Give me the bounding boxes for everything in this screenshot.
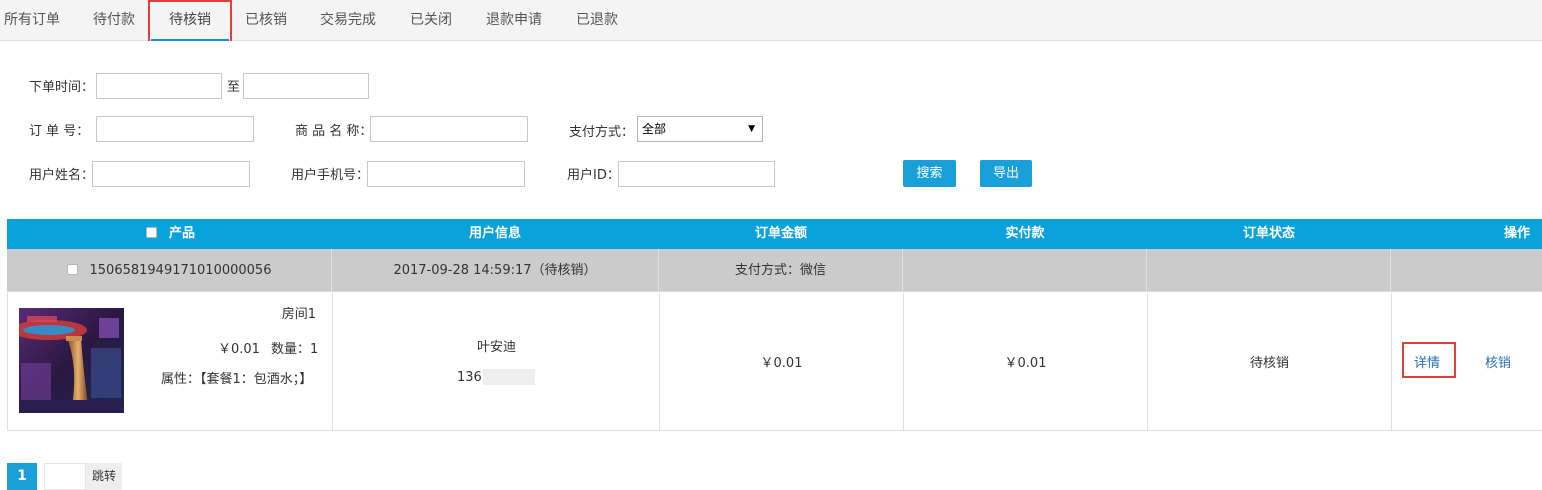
header-action: 操作 [1503,226,1530,241]
order-checkbox[interactable] [66,264,78,275]
order-time-label: 下单时间： [29,80,95,95]
product-thumbnail [19,308,124,413]
order-summary-row: 15065819491710100000​56 2017-09-28 14:59… [7,249,1542,292]
page-jump-input[interactable] [44,463,86,490]
order-pay-method: 支付方式：微信 [659,249,903,292]
header-paid: 实付款 [1005,226,1045,241]
tab-closed[interactable]: 已关闭 [410,0,452,40]
order-no-cell: 15065819491710100000​56 [7,249,332,292]
pay-method-value: 全部 [642,122,667,136]
product-attributes: 属性：【套餐1：包酒水；】 [161,372,313,387]
user-phone: 136 [457,370,482,385]
table-row: 房间1 ￥0.01 数量：1 属性：【套餐1：包酒水；】 叶安迪 136 ￥0.… [7,293,1542,431]
export-button[interactable]: 导出 [980,160,1032,187]
tab-refunded[interactable]: 已退款 [576,0,618,40]
status-cell: 待核销 [1148,293,1392,430]
header-order-amount: 订单金额 [754,226,807,241]
header-status: 订单状态 [1242,226,1295,241]
product-name-input[interactable] [370,116,528,142]
product-cell: 房间1 ￥0.01 数量：1 属性：【套餐1：包酒水；】 [8,293,333,430]
order-amount: ￥0.01 [760,356,803,371]
user-phone-label: 用户手机号： [291,168,370,183]
pay-method-select[interactable]: 全部 ▼ [637,116,763,142]
order-status: 待核销 [1249,356,1289,371]
user-name-input[interactable] [92,161,250,187]
user-phone-input[interactable] [367,161,525,187]
search-button[interactable]: 搜索 [903,160,956,187]
select-all-checkbox[interactable] [146,227,157,238]
order-time-start-input[interactable] [96,73,222,99]
order-amount-cell: ￥0.01 [660,293,904,430]
pay-method-label: 支付方式： [569,125,635,140]
page-jump-button[interactable]: 跳转 [86,463,122,490]
order-no-input[interactable] [96,116,254,142]
verify-link[interactable]: 核销 [1485,352,1511,371]
user-info-cell: 叶安迪 136 [333,293,660,430]
user-name: 叶安迪 [477,340,517,355]
header-user-info: 用户信息 [468,226,521,241]
user-id-input[interactable] [618,161,775,187]
tab-all-orders[interactable]: 所有订单 [4,0,60,40]
tab-pending-payment[interactable]: 待付款 [93,0,135,40]
to-label: 至 [227,80,241,95]
header-product: 产品 [168,226,195,241]
tab-refund-request[interactable]: 退款申请 [486,0,542,40]
tab-verified[interactable]: 已核销 [245,0,287,40]
order-time-status: 2017-09-28 14:59:17（待核销） [332,249,659,292]
user-name-label: 用户姓名： [29,168,95,183]
order-empty-cell-2 [1147,249,1391,292]
user-id-label: 用户ID： [567,168,620,183]
product-quantity: 数量：1 [271,342,319,357]
product-name: 房间1 [281,307,316,322]
order-no-label: 订 单 号： [29,124,90,139]
detail-highlight-box [1402,342,1456,378]
dropdown-arrow-icon: ▼ [748,124,755,134]
product-name-label: 商 品 名 称： [295,124,373,139]
page-number-button[interactable]: 1 [7,463,37,490]
order-time-end-input[interactable] [243,73,369,99]
product-price: ￥0.01 [218,342,260,357]
tab-completed[interactable]: 交易完成 [320,0,376,40]
order-empty-cell-1 [903,249,1147,292]
phone-redaction [483,369,535,385]
order-no: 15065819491710100000​56 [89,263,272,278]
filter-panel: 下单时间： 至 订 单 号： 商 品 名 称： 支付方式： 全部 ▼ 用户姓名：… [0,41,1542,199]
table-header: 产品 用户信息 订单金额 实付款 订单状态 操作 [7,219,1542,249]
paid-amount-cell: ￥0.01 [904,293,1148,430]
paid-amount: ￥0.01 [1004,356,1047,371]
